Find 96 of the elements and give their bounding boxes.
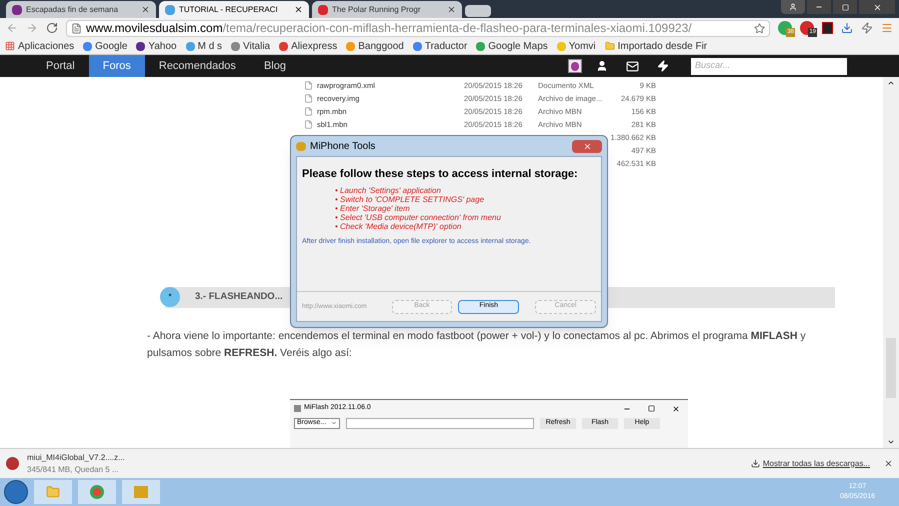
body-paragraph: - Ahora viene lo importante: encendemos el terminal en modo fastboot (power + vol-) y lo conectamos al pc. Abrimos el programa MIFLASH y pulsamos sobre REFRESH. Veréis algo así: <box>147 328 807 361</box>
section-heading: 3.- FLASHEANDO... <box>195 290 283 304</box>
tab-title: TUTORIAL - RECUPERACI <box>179 4 279 16</box>
nav-item[interactable]: Blog <box>250 55 300 77</box>
site-icon <box>318 4 328 14</box>
bookmark-label: Google <box>95 40 128 54</box>
new-tab-button[interactable] <box>465 5 491 17</box>
chrome-icon[interactable] <box>78 480 116 504</box>
file-icon <box>304 81 313 90</box>
maximize-button[interactable] <box>833 0 857 14</box>
file-icon <box>304 120 313 129</box>
step-text: • Launch 'Settings' application <box>335 186 442 194</box>
extension-icon[interactable] <box>861 22 873 34</box>
close-icon[interactable] <box>447 5 456 14</box>
maximize-icon[interactable] <box>648 405 655 412</box>
close-icon[interactable] <box>884 459 893 468</box>
user-icon[interactable] <box>596 60 608 72</box>
bookmark-item[interactable]: Yahoo <box>136 38 177 54</box>
file-icon <box>304 107 313 116</box>
reload-icon[interactable] <box>46 22 58 34</box>
bookmark-item[interactable]: Vitalia <box>231 38 270 54</box>
file-icon <box>304 94 313 103</box>
browser-tab[interactable]: Escapadas fin de semana <box>6 1 156 18</box>
bookmark-star-icon[interactable] <box>754 22 765 34</box>
site-icon <box>556 42 566 50</box>
site-icon <box>136 42 146 50</box>
page-icon <box>71 22 82 34</box>
url-text: www.movilesdualsim.com/tema/recuperacion-con-miflash-herramienta-de-flasheo-para-terminales-xiaomi.109923/ <box>86 20 693 37</box>
scroll-thumb[interactable] <box>886 338 896 398</box>
bookmark-label: Importado desde Fir <box>618 40 708 54</box>
dialog-heading: Please follow these steps to access internal storage: <box>302 167 579 182</box>
download-item[interactable]: miui_MI4iGlobal_V7.2....z... 345/841 MB, Quedan 5 ... <box>27 452 147 476</box>
bookmark-item[interactable]: Aliexpress <box>279 38 338 54</box>
site-icon <box>279 42 288 50</box>
site-icon <box>231 42 240 50</box>
site-icon <box>83 42 92 50</box>
scrollbar[interactable] <box>883 77 899 448</box>
bookmark-label: Yahoo <box>148 40 177 54</box>
step-text: • Enter 'Storage' item <box>335 204 411 212</box>
site-icon <box>476 42 486 50</box>
show-all-downloads-link[interactable]: Mostrar todas las descargas... <box>762 458 870 470</box>
browser-tab[interactable]: The Polar Running Progr <box>312 1 462 18</box>
bookmark-item[interactable]: Yomvi <box>556 38 596 54</box>
menu-icon[interactable] <box>881 22 893 34</box>
bookmark-label: Banggood <box>358 40 404 54</box>
nav-item[interactable]: Portal <box>32 55 89 77</box>
bookmark-item[interactable]: Google Maps <box>476 38 548 54</box>
close-button[interactable] <box>572 140 602 152</box>
tab-title: The Polar Running Progr <box>332 4 422 16</box>
apps-grid-icon <box>5 41 15 51</box>
bookmark-item[interactable]: Google <box>83 38 128 54</box>
alerts-icon[interactable] <box>657 60 669 72</box>
site-icon <box>412 42 422 50</box>
bookmark-item[interactable]: Banggood <box>346 38 404 54</box>
start-button[interactable] <box>4 480 28 504</box>
nav-item[interactable]: Recomendados <box>144 55 250 77</box>
folder-icon <box>604 41 615 51</box>
close-icon <box>582 142 592 150</box>
scroll-up-icon[interactable] <box>887 79 895 87</box>
caret-icon <box>331 420 337 426</box>
site-icon <box>186 42 195 50</box>
window-title: MiPhone Tools <box>310 140 376 154</box>
download-icon[interactable] <box>841 22 853 34</box>
bookmark-label: Yomvi <box>568 40 596 54</box>
tab-title: Escapadas fin de semana <box>26 4 120 16</box>
site-icon <box>165 4 175 14</box>
bookmark-item[interactable]: M d s <box>186 38 222 54</box>
bookmark-label: Aliexpress <box>291 40 338 54</box>
nav-item[interactable]: Foros <box>88 55 145 77</box>
step-text: • Check 'Media device(MTP)' option <box>335 222 462 230</box>
bookmark-label: Aplicaciones <box>18 40 74 54</box>
user-icon[interactable] <box>781 0 805 14</box>
mail-icon[interactable] <box>626 60 639 72</box>
scroll-down-icon[interactable] <box>887 438 895 446</box>
maximize-icon <box>842 4 848 10</box>
site-icon <box>346 42 356 50</box>
step-text: • Select 'USB computer connection' from menu <box>335 212 502 222</box>
close-icon[interactable] <box>294 5 303 14</box>
download-icon <box>750 459 760 468</box>
site-icon <box>12 4 22 14</box>
bookmark-item[interactable]: Aplicaciones <box>5 38 74 54</box>
bookmark-label: Vitalia <box>243 40 270 54</box>
close-icon[interactable] <box>141 5 150 14</box>
close-icon[interactable] <box>672 404 680 413</box>
close-icon <box>872 2 882 12</box>
bookmark-label: Google Maps <box>488 40 548 54</box>
bookmark-label: M d s <box>198 40 222 54</box>
avatar-icon[interactable] <box>568 59 582 73</box>
bookmark-item[interactable]: Importado desde Fir <box>604 38 708 54</box>
browser-tab[interactable]: TUTORIAL - RECUPERACI <box>159 1 309 18</box>
close-button[interactable] <box>859 0 895 14</box>
step-text: • Switch to 'COMPLETE SETTINGS' page <box>335 194 486 204</box>
bookmark-item[interactable]: Traductor <box>412 38 468 54</box>
address-bar[interactable]: www.movilesdualsim.com/tema/recuperacion-con-miflash-herramienta-de-flasheo-para-terminales-xiaomi.109923/ <box>66 20 770 36</box>
bookmark-label: Traductor <box>424 40 468 54</box>
bullet-badge: * <box>160 287 180 308</box>
